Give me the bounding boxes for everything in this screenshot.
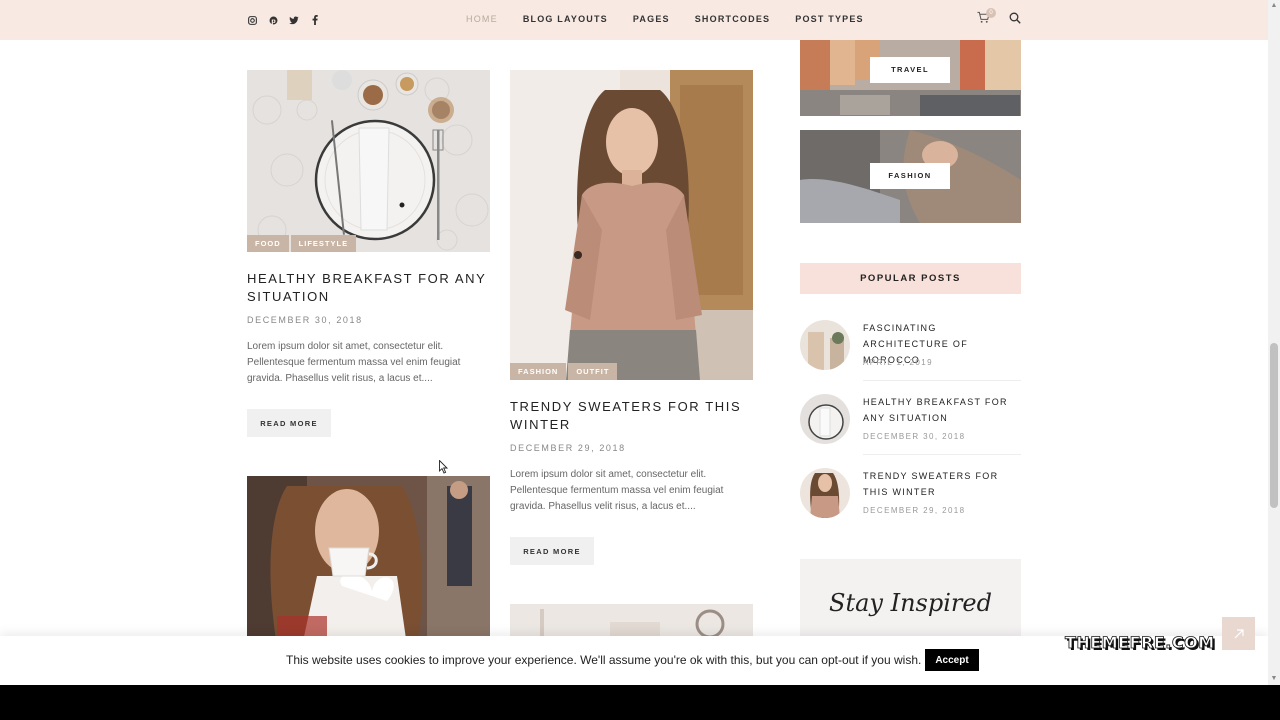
category-tag[interactable]: FOOD	[247, 235, 289, 252]
cookie-message: This website uses cookies to improve you…	[286, 653, 922, 667]
scroll-up-arrow-icon[interactable]: ▲	[1270, 2, 1278, 10]
category-tile-travel[interactable]: TRAVEL	[800, 40, 1021, 116]
post-image-sweaters[interactable]: FASHION OUTFIT	[510, 70, 753, 380]
accept-cookies-button[interactable]: Accept	[925, 649, 979, 671]
popular-post-thumbnail[interactable]	[800, 468, 850, 518]
watermark-logo: THEMEFRE.COM	[1065, 633, 1215, 653]
divider	[863, 380, 1021, 381]
nav-post-types[interactable]: POST TYPES	[795, 14, 864, 24]
arrow-up-right-icon	[1234, 628, 1244, 638]
window-bottom-bar	[0, 685, 1280, 720]
popular-post-thumbnail[interactable]	[800, 320, 850, 370]
post-categories: FASHION OUTFIT	[510, 363, 619, 380]
scrollbar-thumb[interactable]	[1270, 343, 1278, 508]
category-tile-label: TRAVEL	[870, 57, 950, 83]
popular-post-item[interactable]: TRENDY SWEATERS FOR THIS WINTER DECEMBER…	[800, 468, 1021, 528]
popular-post-thumbnail[interactable]	[800, 394, 850, 444]
category-tag[interactable]: OUTFIT	[568, 363, 618, 380]
category-tag[interactable]: LIFESTYLE	[290, 235, 357, 252]
mouse-cursor-icon	[439, 460, 449, 474]
popular-posts-heading: POPULAR POSTS	[800, 263, 1021, 294]
nav-shortcodes[interactable]: SHORTCODES	[695, 14, 771, 24]
popular-post-item[interactable]: HEALTHY BREAKFAST FOR ANY SITUATION DECE…	[800, 394, 1023, 455]
search-button[interactable]	[1009, 11, 1021, 29]
popular-post-item[interactable]: FASCINATING ARCHITECTURE OF MOROCCO APRI…	[800, 320, 1021, 381]
instagram-icon[interactable]	[247, 13, 257, 27]
main-nav: HOME BLOG LAYOUTS PAGES SHORTCODES POST …	[466, 14, 889, 24]
back-to-top-button[interactable]	[1222, 617, 1255, 650]
nav-blog-layouts[interactable]: BLOG LAYOUTS	[523, 14, 608, 24]
divider	[863, 454, 1021, 455]
post-excerpt: Lorem ipsum dolor sit amet, consectetur …	[510, 469, 724, 512]
site-header: p HOME BLOG LAYOUTS PAGES SHORTCODES POS…	[0, 0, 1268, 40]
popular-post-date: APRIL 1, 2019	[863, 358, 933, 367]
search-icon	[1009, 12, 1021, 24]
coffee-photo	[247, 476, 490, 646]
page-viewport: p HOME BLOG LAYOUTS PAGES SHORTCODES POS…	[0, 0, 1268, 685]
post-title[interactable]: HEALTHY BREAKFAST FOR ANY SITUATION	[247, 270, 490, 306]
pinterest-icon[interactable]: p	[268, 13, 278, 27]
post-date: DECEMBER 30, 2018	[247, 315, 363, 325]
popular-post-title[interactable]: TRENDY SWEATERS FOR THIS WINTER	[863, 468, 1023, 500]
page-scrollbar[interactable]: ▲ ▼	[1268, 0, 1280, 685]
category-tile-fashion[interactable]: FASHION	[800, 130, 1021, 223]
scroll-down-arrow-icon[interactable]: ▼	[1270, 675, 1278, 683]
popular-post-date: DECEMBER 29, 2018	[863, 506, 966, 515]
read-more-button[interactable]: READ MORE	[510, 537, 594, 565]
popular-post-title[interactable]: HEALTHY BREAKFAST FOR ANY SITUATION	[863, 394, 1023, 426]
stay-inspired-title: Stay Inspired	[829, 589, 992, 617]
nav-home[interactable]: HOME	[466, 14, 498, 24]
post-title[interactable]: TRENDY SWEATERS FOR THIS WINTER	[510, 398, 753, 434]
post-categories: FOOD LIFESTYLE	[247, 235, 358, 252]
sweater-photo	[510, 70, 753, 380]
category-tag[interactable]: FASHION	[510, 363, 567, 380]
breakfast-photo	[247, 70, 490, 252]
post-image-coffee[interactable]	[247, 476, 490, 646]
facebook-icon[interactable]	[310, 13, 320, 27]
read-more-button[interactable]: READ MORE	[247, 409, 331, 437]
header-actions: 0	[977, 8, 1021, 29]
post-image-breakfast[interactable]: FOOD LIFESTYLE	[247, 70, 490, 252]
social-links: p	[247, 13, 320, 27]
popular-post-date: DECEMBER 30, 2018	[863, 432, 966, 441]
twitter-icon[interactable]	[289, 13, 299, 27]
cart-button[interactable]: 0	[977, 8, 996, 27]
cart-count-badge: 0	[986, 8, 996, 18]
category-tile-label: FASHION	[870, 163, 950, 189]
post-date: DECEMBER 29, 2018	[510, 443, 626, 453]
post-excerpt: Lorem ipsum dolor sit amet, consectetur …	[247, 341, 461, 384]
svg-text:p: p	[271, 17, 276, 24]
nav-pages[interactable]: PAGES	[633, 14, 670, 24]
